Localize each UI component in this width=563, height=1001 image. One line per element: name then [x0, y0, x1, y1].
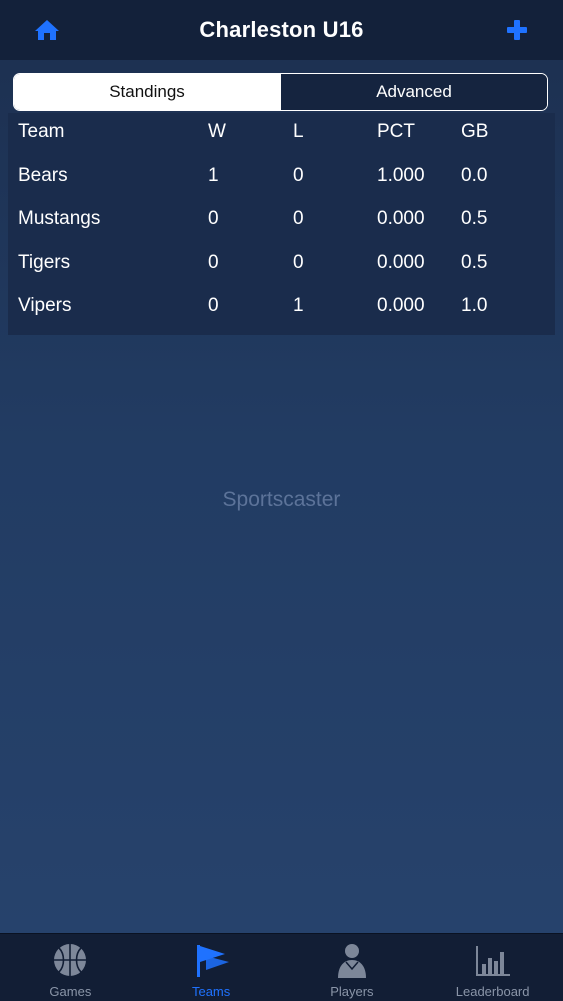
- tab-leaderboard[interactable]: Leaderboard: [422, 934, 563, 1001]
- segment-advanced[interactable]: Advanced: [280, 74, 547, 110]
- losses-value: 0: [293, 208, 304, 229]
- gb-value: 0.5: [461, 252, 488, 273]
- pct-value: 1.000: [377, 165, 425, 186]
- top-bar: Charleston U16: [0, 0, 563, 60]
- wins-value: 0: [208, 208, 219, 229]
- tab-players[interactable]: Players: [282, 934, 423, 1001]
- segment-standings[interactable]: Standings: [14, 74, 280, 110]
- standings-segmented-control: Standings Advanced: [13, 73, 548, 111]
- column-header-gb[interactable]: GB: [461, 121, 488, 143]
- tab-games-label: Games: [49, 984, 92, 999]
- team-name: Bears: [18, 165, 68, 186]
- pct-value: 0.000: [377, 295, 425, 316]
- table-row[interactable]: Vipers 0 1 0.000 1.0: [8, 287, 555, 327]
- table-row[interactable]: Bears 1 0 1.000 0.0: [8, 157, 555, 197]
- column-header-losses[interactable]: L: [293, 121, 304, 143]
- bottom-tab-bar: Games Teams Players Leaderboard: [0, 933, 563, 1001]
- tab-teams-label: Teams: [191, 984, 231, 999]
- basketball-icon: [54, 944, 87, 976]
- wins-value: 0: [208, 295, 219, 316]
- pennant-icon: [197, 945, 230, 977]
- pct-value: 0.000: [377, 252, 425, 273]
- tab-players-label: Players: [330, 984, 374, 999]
- add-button[interactable]: [505, 18, 529, 42]
- tab-teams[interactable]: Teams: [141, 934, 282, 1001]
- gb-value: 0.5: [461, 208, 488, 229]
- gb-value: 0.0: [461, 165, 488, 186]
- sportscaster-watermark: Sportscaster: [222, 488, 341, 511]
- tab-leaderboard-label: Leaderboard: [455, 984, 530, 999]
- table-row[interactable]: Tigers 0 0 0.000 0.5: [8, 244, 555, 284]
- team-name: Mustangs: [18, 208, 101, 229]
- gb-value: 1.0: [461, 295, 488, 316]
- column-header-pct[interactable]: PCT: [377, 121, 415, 143]
- page-title: Charleston U16: [199, 17, 364, 42]
- team-name: Vipers: [18, 295, 72, 316]
- column-header-team[interactable]: Team: [18, 121, 64, 143]
- tab-games[interactable]: Games: [0, 934, 141, 1001]
- team-name: Tigers: [18, 252, 71, 273]
- standings-table: Team W L PCT GB Bears 1 0 1.000 0.0 Must…: [8, 113, 555, 335]
- losses-value: 1: [293, 295, 304, 316]
- pct-value: 0.000: [377, 208, 425, 229]
- table-row[interactable]: Mustangs 0 0 0.000 0.5: [8, 200, 555, 240]
- losses-value: 0: [293, 165, 304, 186]
- table-header-row: Team W L PCT GB: [8, 113, 555, 153]
- player-icon: [337, 944, 366, 978]
- wins-value: 1: [208, 165, 219, 186]
- bar-chart-icon: [475, 946, 510, 976]
- plus-icon: [507, 20, 527, 40]
- wins-value: 0: [208, 252, 219, 273]
- losses-value: 0: [293, 252, 304, 273]
- column-header-wins[interactable]: W: [208, 121, 226, 143]
